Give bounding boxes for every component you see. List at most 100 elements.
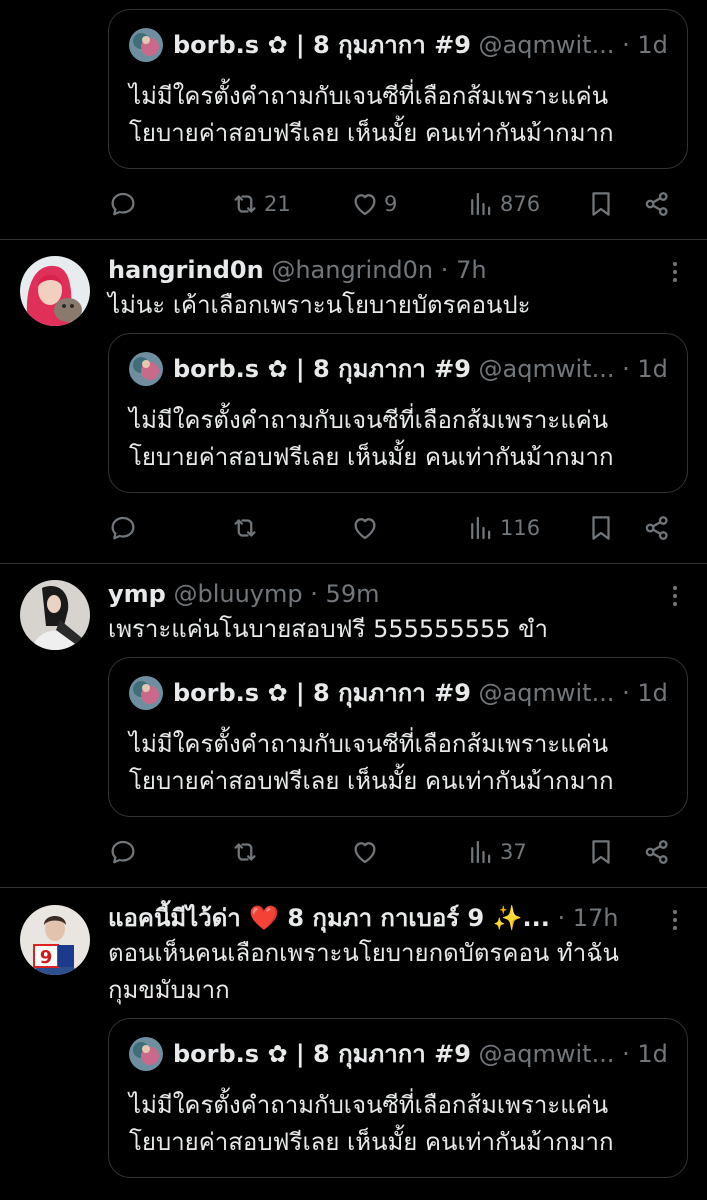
views-button[interactable]: 116	[466, 508, 540, 548]
views-icon	[471, 192, 491, 216]
post-2[interactable]: hangrind0n @hangrind0n · 7h ไม่นะ เค้าเล…	[0, 240, 707, 564]
post-text: ไม่นะ เค้าเลือกเพราะนโยบายบัตรคอนปะ	[108, 287, 677, 324]
quoted-timestamp[interactable]: 1d	[637, 31, 668, 59]
like-button[interactable]: 9	[350, 184, 397, 224]
quoted-handle[interactable]: @aqmwit...	[479, 31, 615, 59]
reply-button[interactable]	[108, 508, 138, 548]
like-count: 9	[384, 192, 398, 216]
bookmark-button[interactable]	[586, 508, 616, 548]
reply-button[interactable]	[108, 184, 138, 224]
repost-button[interactable]: 21	[230, 184, 291, 224]
views-button[interactable]: 37	[466, 832, 527, 872]
share-icon	[645, 840, 668, 864]
separator-dot: ·	[622, 1040, 630, 1068]
quoted-text-line: ไม่มีใครตั้งคำถามกับเจนซีที่เลือกส้มเพรา…	[129, 1091, 609, 1119]
repost-button[interactable]	[230, 832, 260, 872]
reply-icon	[111, 192, 135, 216]
share-button[interactable]	[642, 832, 672, 872]
like-button[interactable]	[350, 508, 380, 548]
avatar[interactable]	[20, 256, 90, 326]
quoted-name[interactable]: borb.s ✿ | 8 กุมภากา #9	[173, 1040, 471, 1068]
reply-icon	[111, 840, 135, 864]
quoted-avatar	[129, 28, 163, 62]
timeline-feed: borb.s ✿ | 8 กุมภากา #9 @aqmwit... · 1d …	[0, 0, 707, 1200]
quoted-text: ไม่มีใครตั้งคำถามกับเจนซีที่เลือกส้มเพรา…	[129, 402, 669, 476]
quoted-text-line: ไม่มีใครตั้งคำถามกับเจนซีที่เลือกส้มเพรา…	[129, 730, 609, 758]
heart-icon	[354, 842, 376, 864]
post-3[interactable]: ymp @bluuymp · 59m เพราะแค่นโนบายสอบฟรี …	[0, 564, 707, 888]
post-timestamp[interactable]: 59m	[326, 580, 380, 608]
views-icon	[471, 516, 491, 540]
separator-dot: ·	[622, 355, 630, 383]
quoted-post[interactable]: borb.s ✿ | 8 กุมภากา #9 @aqmwit... · 1d …	[108, 9, 688, 169]
quoted-text: ไม่มีใครตั้งคำถามกับเจนซีที่เลือกส้มเพรา…	[129, 1087, 669, 1161]
bookmark-button[interactable]	[586, 832, 616, 872]
bookmark-button[interactable]	[586, 184, 616, 224]
quoted-post[interactable]: borb.s ✿ | 8 กุมภากา #9 @aqmwit... · 1d …	[108, 657, 688, 817]
repost-icon	[234, 519, 256, 537]
views-button[interactable]: 876	[466, 184, 540, 224]
quoted-avatar	[129, 352, 163, 386]
quoted-header: borb.s ✿ | 8 กุมภากา #9 @aqmwit... · 1d	[173, 350, 669, 388]
post-text-line: ไม่นะ เค้าเลือกเพราะนโยบายบัตรคอนปะ	[108, 291, 531, 319]
quoted-text-line: โยบายค่าสอบฟรีเลย เห็นมั้ย คนเท่ากันม้าก…	[129, 1128, 614, 1156]
avatar[interactable]	[20, 580, 90, 650]
reply-icon	[111, 516, 135, 540]
post-4[interactable]: 9 แอคนี้มีไว้ด่า ❤️ 8 กุมภา กาเบอร์ 9 ✨.…	[0, 888, 707, 1200]
like-button[interactable]	[350, 832, 380, 872]
quoted-text-line: ไม่มีใครตั้งคำถามกับเจนซีที่เลือกส้มเพรา…	[129, 406, 609, 434]
heart-icon	[354, 194, 376, 216]
quoted-handle[interactable]: @aqmwit...	[479, 355, 615, 383]
share-icon	[645, 192, 668, 216]
post-header: ymp @bluuymp · 59m	[108, 576, 643, 612]
display-name[interactable]: hangrind0n	[108, 256, 264, 284]
views-count: 116	[500, 516, 541, 540]
post-header: hangrind0n @hangrind0n · 7h	[108, 252, 643, 288]
quoted-avatar	[129, 676, 163, 710]
user-handle[interactable]: @bluuymp	[173, 580, 302, 608]
quoted-name[interactable]: borb.s ✿ | 8 กุมภากา #9	[173, 31, 471, 59]
quoted-timestamp[interactable]: 1d	[637, 355, 668, 383]
quoted-handle[interactable]: @aqmwit...	[479, 679, 615, 707]
post-timestamp[interactable]: 7h	[456, 256, 486, 284]
more-icon[interactable]	[665, 258, 685, 286]
display-name[interactable]: ymp	[108, 580, 166, 608]
post-header: แอคนี้มีไว้ด่า ❤️ 8 กุมภา กาเบอร์ 9 ✨...…	[108, 900, 643, 936]
bookmark-icon	[592, 840, 610, 864]
display-name[interactable]: แอคนี้มีไว้ด่า ❤️ 8 กุมภา กาเบอร์ 9 ✨...	[108, 904, 550, 932]
share-button[interactable]	[642, 184, 672, 224]
quoted-timestamp[interactable]: 1d	[637, 1040, 668, 1068]
avatar[interactable]: 9	[20, 905, 90, 975]
user-handle[interactable]: @hangrind0n	[271, 256, 433, 284]
more-icon[interactable]	[665, 906, 685, 934]
separator-dot: ·	[557, 904, 566, 932]
quoted-avatar	[129, 1037, 163, 1071]
bookmark-icon	[592, 192, 610, 216]
post-text: เพราะแค่นโนบายสอบฟรี 555555555 ขำ	[108, 611, 677, 648]
quoted-text-line: โยบายค่าสอบฟรีเลย เห็นมั้ย คนเท่ากันม้าก…	[129, 119, 614, 147]
quoted-handle[interactable]: @aqmwit...	[479, 1040, 615, 1068]
repost-button[interactable]	[230, 508, 260, 548]
action-bar: 21 9 876	[108, 184, 676, 224]
action-bar: 37	[108, 832, 676, 872]
post-timestamp[interactable]: 17h	[573, 904, 619, 932]
bookmark-icon	[592, 516, 610, 540]
separator-dot: ·	[622, 679, 630, 707]
post-text-line: เพราะแค่นโนบายสอบฟรี 555555555 ขำ	[108, 615, 549, 643]
reply-button[interactable]	[108, 832, 138, 872]
quoted-name[interactable]: borb.s ✿ | 8 กุมภากา #9	[173, 355, 471, 383]
more-icon[interactable]	[665, 582, 685, 610]
quoted-header: borb.s ✿ | 8 กุมภากา #9 @aqmwit... · 1d	[173, 674, 669, 712]
heart-icon	[354, 518, 376, 540]
quoted-text: ไม่มีใครตั้งคำถามกับเจนซีที่เลือกส้มเพรา…	[129, 726, 669, 800]
repost-icon	[234, 195, 256, 213]
post-1[interactable]: borb.s ✿ | 8 กุมภากา #9 @aqmwit... · 1d …	[0, 0, 707, 240]
quoted-name[interactable]: borb.s ✿ | 8 กุมภากา #9	[173, 679, 471, 707]
share-button[interactable]	[642, 508, 672, 548]
quoted-timestamp[interactable]: 1d	[637, 679, 668, 707]
quoted-post[interactable]: borb.s ✿ | 8 กุมภากา #9 @aqmwit... · 1d …	[108, 333, 688, 493]
quoted-header: borb.s ✿ | 8 กุมภากา #9 @aqmwit... · 1d	[173, 1035, 669, 1073]
post-text-line: ตอนเห็นคนเลือกเพราะนโยบายกดบัตรคอน ทำฉัน	[108, 939, 619, 967]
quoted-post[interactable]: borb.s ✿ | 8 กุมภากา #9 @aqmwit... · 1d …	[108, 1018, 688, 1178]
quoted-header: borb.s ✿ | 8 กุมภากา #9 @aqmwit... · 1d	[173, 26, 669, 64]
